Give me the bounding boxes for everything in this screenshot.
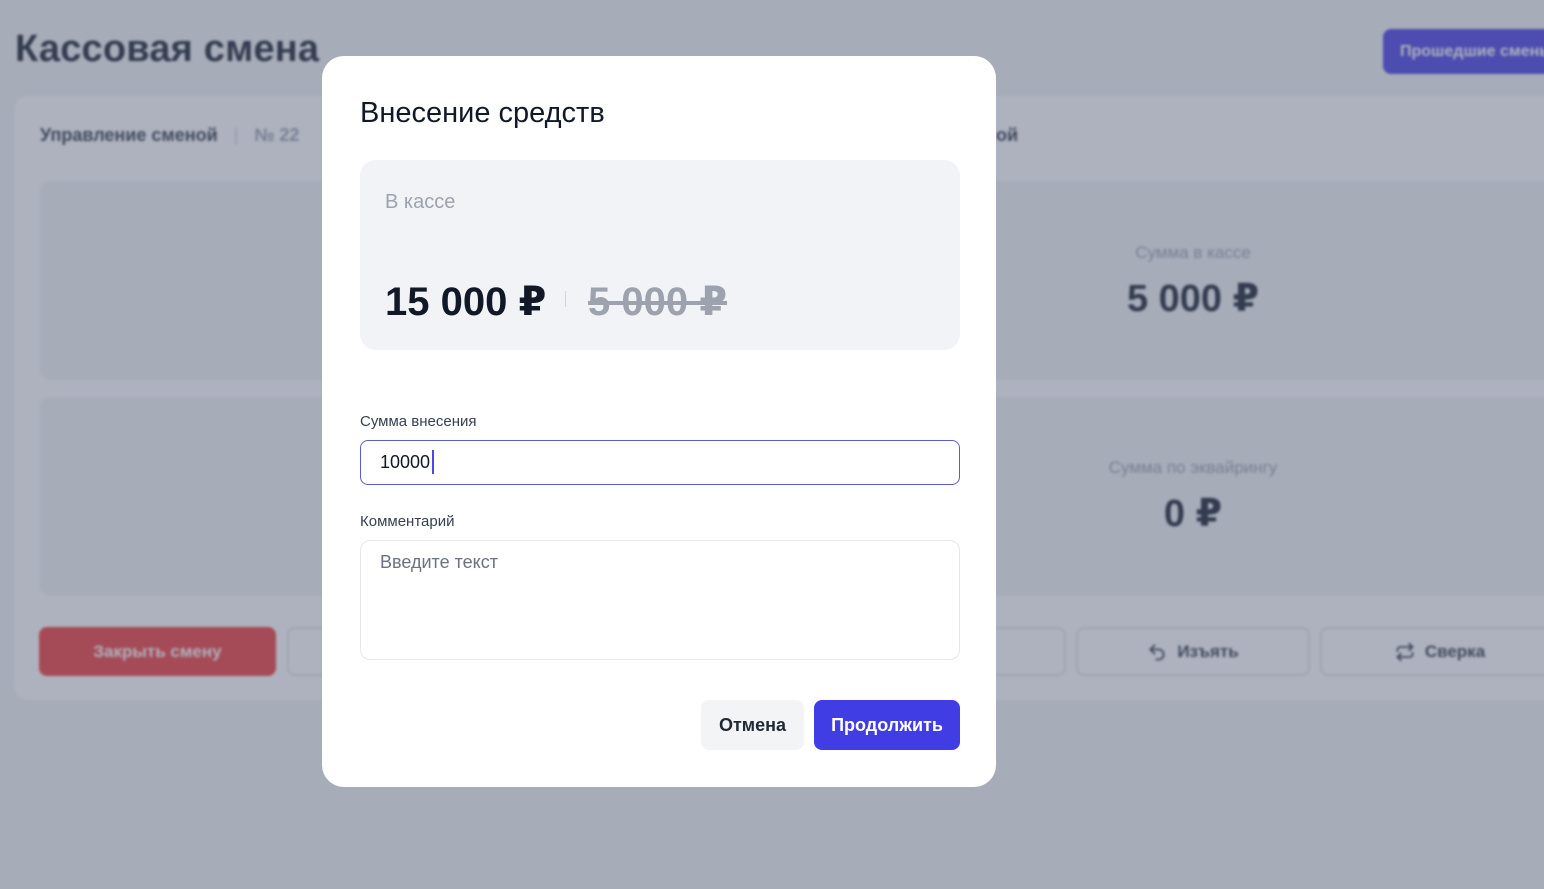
cash-old-amount: 5 000 ₽ <box>588 280 728 324</box>
cash-label: В кассе <box>385 191 456 213</box>
comment-textarea[interactable] <box>360 540 960 660</box>
amount-label: Сумма внесения <box>360 413 477 430</box>
deposit-modal: Внесение средств В кассе 15 000 ₽ 5 000 … <box>322 56 996 787</box>
text-caret <box>432 450 434 474</box>
cash-summary-box: В кассе 15 000 ₽ 5 000 ₽ <box>360 160 960 350</box>
continue-button[interactable]: Продолжить <box>814 700 960 750</box>
cancel-button[interactable]: Отмена <box>701 700 804 750</box>
cash-divider <box>565 291 566 307</box>
modal-title: Внесение средств <box>360 97 605 129</box>
amount-input[interactable] <box>360 440 960 485</box>
comment-label: Комментарий <box>360 513 455 530</box>
cash-new-amount: 15 000 ₽ <box>385 280 547 324</box>
